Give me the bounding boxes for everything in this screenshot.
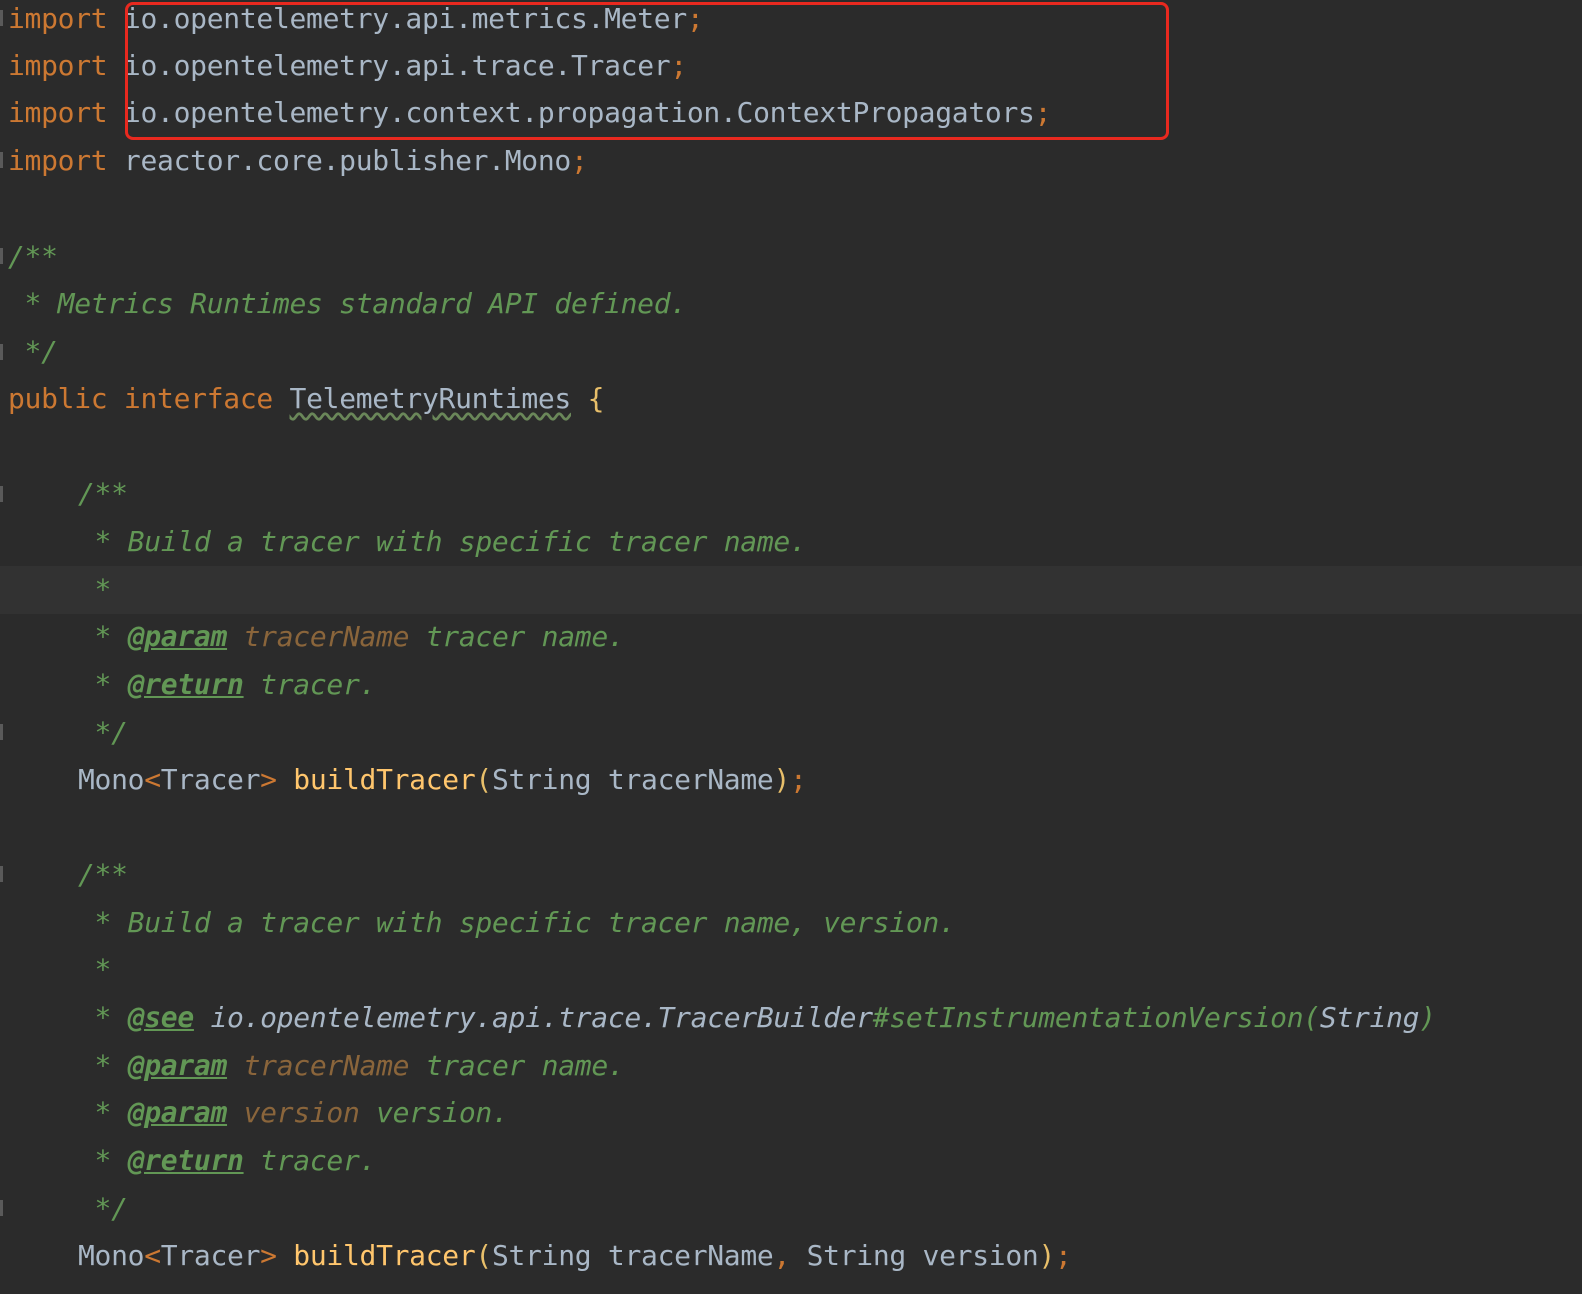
generic-close: >	[260, 763, 277, 796]
import-line[interactable]: import reactor.core.publisher.Mono;	[8, 137, 588, 185]
interface-declaration[interactable]: public interface TelemetryRuntimes {	[8, 375, 604, 423]
semicolon: ;	[1055, 1239, 1072, 1272]
generic-open: <	[144, 1239, 161, 1272]
doc-star: *	[78, 668, 128, 701]
fold-marker[interactable]	[0, 1200, 3, 1216]
param-tag[interactable]: @param	[128, 1096, 228, 1129]
return-description: tracer.	[243, 668, 377, 701]
method-name[interactable]: buildTracer	[293, 1239, 475, 1272]
return-type[interactable]: Mono	[78, 763, 145, 796]
import-keyword: import	[8, 49, 108, 82]
param-description: tracer name.	[409, 1049, 625, 1082]
doc-comment-blank: *	[78, 573, 112, 606]
param-description: tracer name.	[409, 620, 625, 653]
see-member: #setInstrumentationVersion(	[872, 1001, 1320, 1034]
paren-open: (	[475, 763, 492, 796]
comma: ,	[773, 1239, 791, 1272]
semicolon: ;	[570, 144, 588, 177]
doc-star: *	[78, 1096, 128, 1129]
doc-star: *	[78, 1144, 128, 1177]
return-tag[interactable]: @return	[128, 668, 244, 701]
param-name: tracerName	[243, 1049, 410, 1082]
paren-close: )	[773, 763, 791, 796]
generic-open: <	[144, 763, 161, 796]
paren-open: (	[475, 1239, 492, 1272]
doc-comment-open: /**	[78, 477, 128, 510]
semicolon: ;	[790, 763, 807, 796]
doc-comment-line: * Build a tracer with specific tracer na…	[78, 906, 956, 939]
paren-close: )	[1038, 1239, 1055, 1272]
param-description: version.	[359, 1096, 509, 1129]
doc-comment-open: /**	[8, 240, 58, 273]
doc-return-line: * @return tracer.	[78, 1137, 377, 1185]
doc-return-line: * @return tracer.	[78, 661, 377, 709]
open-brace: {	[587, 382, 605, 415]
red-highlight-box	[125, 2, 1169, 140]
see-close: )	[1419, 1001, 1436, 1034]
fold-marker[interactable]	[0, 248, 3, 264]
doc-star: *	[78, 620, 128, 653]
param-name: tracerName	[243, 620, 410, 653]
fold-marker[interactable]	[0, 152, 3, 168]
param-variable: tracerName	[607, 1239, 774, 1272]
generic-close: >	[260, 1239, 277, 1272]
param-variable: version	[922, 1239, 1039, 1272]
param-variable: tracerName	[607, 763, 774, 796]
param-tag[interactable]: @param	[128, 620, 228, 653]
fold-marker[interactable]	[0, 866, 3, 882]
doc-comment-close: */	[78, 716, 128, 749]
fold-marker[interactable]	[0, 10, 3, 26]
method-name[interactable]: buildTracer	[293, 763, 475, 796]
param-type[interactable]: String	[492, 763, 592, 796]
param-type[interactable]: String	[492, 1239, 592, 1272]
method-signature[interactable]: Mono<Tracer> buildTracer(String tracerNa…	[78, 1232, 1072, 1280]
see-tag[interactable]: @see	[128, 1001, 195, 1034]
see-argument[interactable]: String	[1320, 1001, 1420, 1034]
public-keyword: public	[8, 382, 108, 415]
fold-marker[interactable]	[0, 344, 3, 360]
import-keyword: import	[8, 2, 108, 35]
current-line-highlight	[0, 566, 1582, 614]
param-type[interactable]: String	[807, 1239, 907, 1272]
see-reference[interactable]: io.opentelemetry.api.trace.TracerBuilder	[210, 1001, 873, 1034]
generic-type[interactable]: Tracer	[161, 1239, 261, 1272]
import-keyword: import	[8, 96, 108, 129]
doc-comment-close: */	[8, 335, 58, 368]
return-type[interactable]: Mono	[78, 1239, 145, 1272]
doc-see-line: * @see io.opentelemetry.api.trace.Tracer…	[78, 994, 1437, 1042]
doc-comment-close: */	[78, 1192, 128, 1225]
interface-name[interactable]: TelemetryRuntimes	[290, 382, 572, 415]
doc-param-line: * @param version version.	[78, 1089, 509, 1137]
interface-keyword: interface	[123, 382, 273, 415]
doc-comment-open: /**	[78, 858, 128, 891]
fold-marker[interactable]	[0, 486, 3, 502]
return-description: tracer.	[243, 1144, 377, 1177]
doc-param-line: * @param tracerName tracer name.	[78, 1042, 625, 1090]
doc-param-line: * @param tracerName tracer name.	[78, 613, 625, 661]
param-name: version	[243, 1096, 360, 1129]
doc-comment-line: * Build a tracer with specific tracer na…	[78, 525, 807, 558]
fold-marker[interactable]	[0, 724, 3, 740]
doc-star: *	[78, 1049, 128, 1082]
generic-type[interactable]: Tracer	[161, 763, 261, 796]
import-keyword: import	[8, 144, 108, 177]
code-editor[interactable]: import io.opentelemetry.api.metrics.Mete…	[0, 0, 1582, 1294]
doc-comment-blank: *	[78, 953, 112, 986]
return-tag[interactable]: @return	[128, 1144, 244, 1177]
import-path: reactor.core.publisher.Mono	[123, 144, 571, 177]
param-tag[interactable]: @param	[128, 1049, 228, 1082]
method-signature[interactable]: Mono<Tracer> buildTracer(String tracerNa…	[78, 756, 807, 804]
doc-comment-line: * Metrics Runtimes standard API defined.	[8, 287, 688, 320]
doc-star: *	[78, 1001, 128, 1034]
